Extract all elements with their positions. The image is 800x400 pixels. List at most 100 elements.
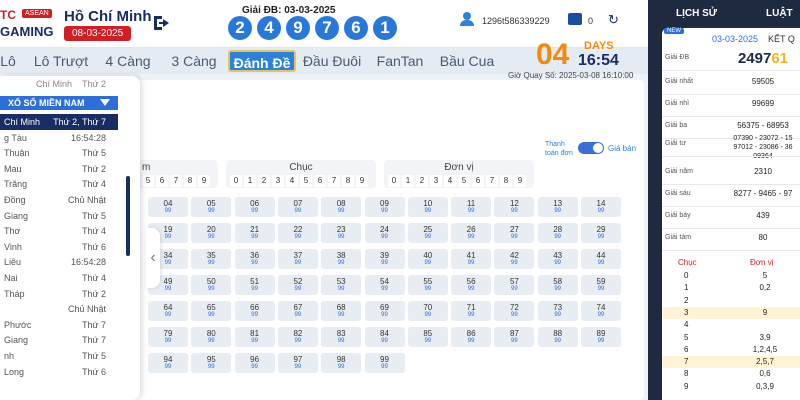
number-cell[interactable]: 65 99	[191, 301, 232, 321]
province-menu-item[interactable]: Chủ Nhật	[0, 301, 118, 317]
number-cell[interactable]: 57 99	[494, 275, 535, 295]
number-cell[interactable]: 37 99	[277, 249, 318, 269]
digit-button[interactable]: 8	[184, 175, 196, 187]
digit-button[interactable]: 3	[272, 175, 284, 187]
number-cell[interactable]: 85 99	[407, 327, 448, 347]
number-cell[interactable]: 50 99	[191, 275, 232, 295]
number-cell[interactable]: 23 99	[321, 223, 362, 243]
number-cell[interactable]: 64 99	[148, 301, 188, 321]
province-menu-item[interactable]: Đồng Chủ Nhật	[0, 192, 118, 208]
province-menu-item[interactable]: Giang Thứ 7	[0, 332, 118, 348]
number-cell[interactable]: 66 99	[234, 301, 275, 321]
number-cell[interactable]: 44 99	[581, 249, 621, 269]
number-cell[interactable]: 97 99	[277, 353, 318, 373]
number-cell[interactable]: 25 99	[407, 223, 448, 243]
digit-button[interactable]: 6	[472, 175, 484, 187]
number-cell[interactable]: 80 99	[191, 327, 232, 347]
digit-button[interactable]: 4	[444, 175, 456, 187]
number-cell[interactable]: 26 99	[451, 223, 492, 243]
number-cell[interactable]: 68 99	[321, 301, 362, 321]
number-cell[interactable]: 89 99	[581, 327, 621, 347]
number-cell[interactable]: 09 99	[364, 197, 405, 217]
number-cell[interactable]: 35 99	[191, 249, 232, 269]
number-cell[interactable]: 12 99	[494, 197, 535, 217]
number-cell[interactable]: 52 99	[277, 275, 318, 295]
number-cell[interactable]: 73 99	[537, 301, 578, 321]
digit-button[interactable]: 9	[356, 175, 368, 187]
results-date-select[interactable]: 03-03-2025	[712, 34, 758, 44]
digit-button[interactable]: 0	[388, 175, 400, 187]
number-cell[interactable]: 79 99	[148, 327, 188, 347]
digit-button[interactable]: 6	[314, 175, 326, 187]
province-menu-item[interactable]: g Tàu 16:54:28	[0, 130, 118, 146]
province-menu-item[interactable]: Nai Thứ 4	[0, 270, 118, 286]
menu-top-row[interactable]: Chí Minh Thứ 2	[0, 76, 118, 92]
digit-button[interactable]: 5	[300, 175, 312, 187]
number-cell[interactable]: 88 99	[537, 327, 578, 347]
number-cell[interactable]: 94 99	[148, 353, 188, 373]
number-cell[interactable]: 24 99	[364, 223, 405, 243]
tab-rules[interactable]: LUẬT	[766, 8, 793, 19]
number-cell[interactable]: 39 99	[364, 249, 405, 269]
number-cell[interactable]: 72 99	[494, 301, 535, 321]
number-cell[interactable]: 84 99	[364, 327, 405, 347]
digit-button[interactable]: 9	[198, 175, 210, 187]
province-menu-item[interactable]: nh Thứ 5	[0, 348, 118, 364]
number-cell[interactable]: 53 99	[321, 275, 362, 295]
province-menu-item[interactable]: Thuận Thứ 5	[0, 145, 118, 161]
number-cell[interactable]: 86 99	[451, 327, 492, 347]
digit-button[interactable]: 6	[156, 175, 168, 187]
number-cell[interactable]: 58 99	[537, 275, 578, 295]
number-cell[interactable]: 22 99	[277, 223, 318, 243]
tab-lo[interactable]: Lô	[0, 48, 20, 74]
digit-button[interactable]: 1	[402, 175, 414, 187]
refresh-icon[interactable]: ↻	[608, 12, 619, 28]
menu-scrollbar[interactable]	[126, 176, 130, 256]
number-cell[interactable]: 05 99	[191, 197, 232, 217]
number-cell[interactable]: 38 99	[321, 249, 362, 269]
digit-button[interactable]: 5	[142, 175, 154, 187]
number-cell[interactable]: 08 99	[321, 197, 362, 217]
number-cell[interactable]: 83 99	[321, 327, 362, 347]
switch-province-icon[interactable]	[152, 14, 174, 34]
number-cell[interactable]: 10 99	[407, 197, 448, 217]
number-cell[interactable]: 81 99	[234, 327, 275, 347]
digit-button[interactable]: 9	[514, 175, 526, 187]
number-cell[interactable]: 59 99	[581, 275, 621, 295]
tab-4-cang[interactable]: 4 Càng	[100, 48, 156, 74]
province-menu-item[interactable]: Tháp Thứ 2	[0, 286, 118, 302]
tab-fantan[interactable]: FanTan	[372, 48, 428, 74]
number-cell[interactable]: 69 99	[364, 301, 405, 321]
number-cell[interactable]: 29 99	[581, 223, 621, 243]
number-cell[interactable]: 27 99	[494, 223, 535, 243]
digit-button[interactable]: 2	[416, 175, 428, 187]
province-menu-item[interactable]: Long Thứ 6	[0, 364, 118, 380]
number-cell[interactable]: 74 99	[581, 301, 621, 321]
number-cell[interactable]: 13 99	[537, 197, 578, 217]
number-cell[interactable]: 06 99	[234, 197, 275, 217]
tab-danh-de[interactable]: Đánh Đề	[228, 50, 296, 72]
payment-mode-toggle[interactable]	[578, 142, 604, 154]
province-menu-item[interactable]: Phước Thứ 7	[0, 317, 118, 333]
province-menu-item[interactable]: Giang Thứ 5	[0, 208, 118, 224]
tab-lo-truot[interactable]: Lô Trượt	[30, 48, 92, 74]
digit-button[interactable]: 2	[258, 175, 270, 187]
province-menu-item[interactable]: Chí Minh Thứ 2, Thứ 7	[0, 114, 118, 130]
number-cell[interactable]: 55 99	[407, 275, 448, 295]
tab-bau-cua[interactable]: Bầu Cua	[436, 48, 498, 74]
tab-history[interactable]: LỊCH SỬ	[676, 8, 717, 19]
number-cell[interactable]: 96 99	[234, 353, 275, 373]
number-cell[interactable]: 11 99	[451, 197, 492, 217]
number-cell[interactable]: 98 99	[321, 353, 362, 373]
tab-3-cang[interactable]: 3 Càng	[166, 48, 222, 74]
number-cell[interactable]: 14 99	[581, 197, 621, 217]
number-cell[interactable]: 36 99	[234, 249, 275, 269]
province-menu-item[interactable]: Trăng Thứ 4	[0, 176, 118, 192]
number-cell[interactable]: 56 99	[451, 275, 492, 295]
number-cell[interactable]: 51 99	[234, 275, 275, 295]
province-menu-item[interactable]: Thơ Thứ 4	[0, 223, 118, 239]
number-cell[interactable]: 40 99	[407, 249, 448, 269]
digit-button[interactable]: 1	[244, 175, 256, 187]
number-cell[interactable]: 21 99	[234, 223, 275, 243]
number-cell[interactable]: 43 99	[537, 249, 578, 269]
